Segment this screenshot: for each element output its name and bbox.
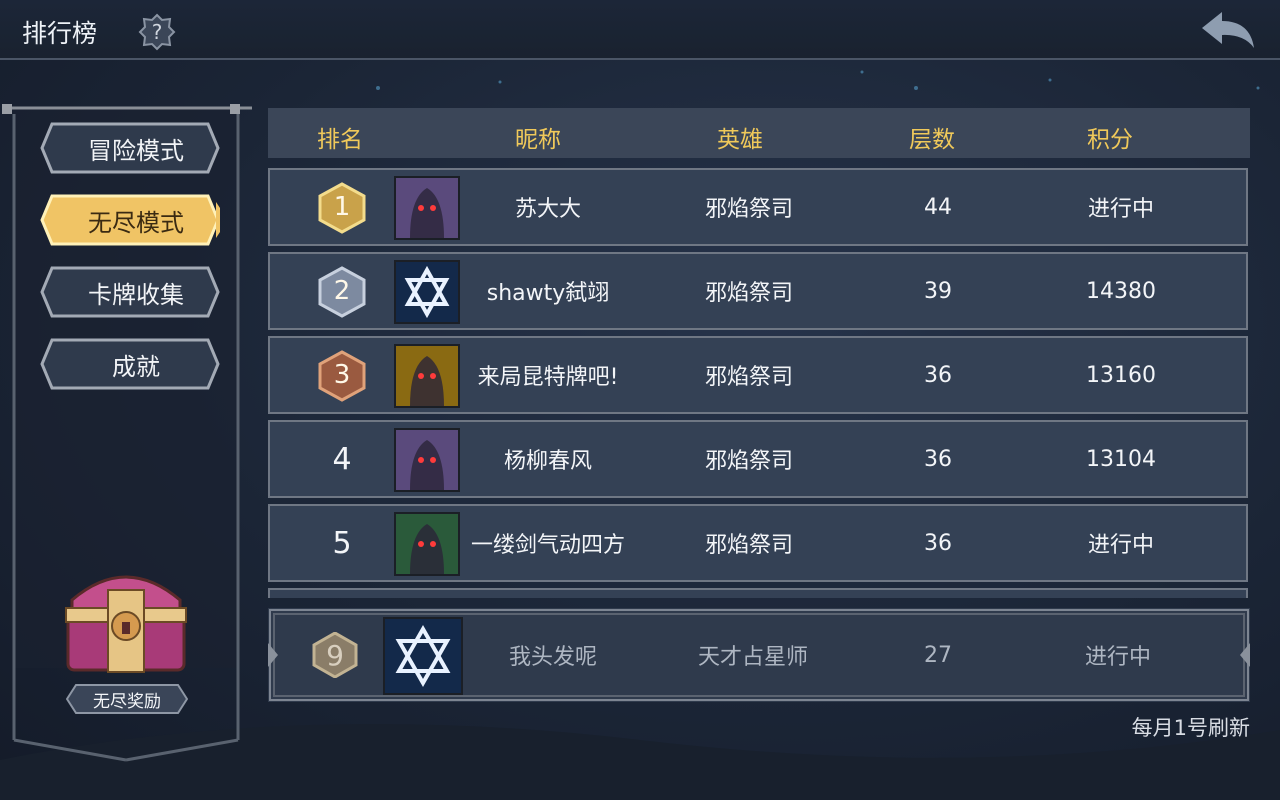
hero-portrait-icon xyxy=(396,514,458,574)
rank-number: 5 xyxy=(332,525,352,561)
my-avatar xyxy=(383,617,463,695)
rank-number: 4 xyxy=(332,441,352,477)
hexagram-avatar-icon xyxy=(396,262,458,322)
sidebar-item-label: 无尽模式 xyxy=(88,208,184,237)
my-rank-row: 9 我头发呢 天才占星师 27 进行中 xyxy=(268,608,1250,702)
table-row[interactable]: 4 杨柳春风 邪焰祭司 36 13104 xyxy=(268,420,1248,498)
floors-cell: 36 xyxy=(924,362,952,388)
refresh-note: 每月1号刷新 xyxy=(1131,716,1250,740)
table-row[interactable]: 5 一缕剑气动四方 邪焰祭司 36 进行中 xyxy=(268,504,1248,582)
sidebar-item-label: 冒险模式 xyxy=(88,136,184,165)
floors-cell: 39 xyxy=(924,278,952,304)
column-header-floors: 层数 xyxy=(909,127,955,153)
question-gear-icon[interactable]: ? xyxy=(138,13,176,51)
my-floors: 27 xyxy=(924,642,952,668)
table-row[interactable]: 1 苏大大 邪焰祭司 44 进行中 xyxy=(268,168,1248,246)
player-avatar xyxy=(394,176,460,240)
hero-cell: 邪焰祭司 xyxy=(704,365,793,390)
score-cell: 14380 xyxy=(1086,278,1156,304)
top-bar: 排行榜 ? xyxy=(0,0,1280,60)
hero-cell: 邪焰祭司 xyxy=(704,281,793,306)
hero-cell: 邪焰祭司 xyxy=(704,533,793,558)
player-avatar xyxy=(394,344,460,408)
floors-cell: 36 xyxy=(924,530,952,556)
sidebar-item-2[interactable]: 卡牌收集 xyxy=(40,266,220,318)
score-cell: 进行中 xyxy=(1087,197,1154,222)
floors-cell: 36 xyxy=(924,446,952,472)
leaderboard-list[interactable]: 1 苏大大 邪焰祭司 44 进行中 2 shawty弑翊 邪焰祭司 39 14380 3 来局昆特牌吧… xyxy=(266,166,1252,598)
treasure-chest-icon[interactable] xyxy=(56,560,196,680)
rank-number: 2 xyxy=(333,276,351,306)
column-header-rank: 排名 xyxy=(317,127,363,153)
table-row[interactable]: 2 shawty弑翊 邪焰祭司 39 14380 xyxy=(268,252,1248,330)
player-avatar xyxy=(394,512,460,576)
my-nickname: 我头发呢 xyxy=(508,645,597,670)
column-header-hero: 英雄 xyxy=(717,127,763,153)
sidebar-item-3[interactable]: 成就 xyxy=(40,338,220,390)
nickname-cell: shawty弑翊 xyxy=(486,281,610,306)
hero-cell: 邪焰祭司 xyxy=(704,197,793,222)
hero-portrait-icon xyxy=(396,346,458,406)
table-row-partial xyxy=(268,588,1248,598)
back-arrow-icon[interactable] xyxy=(1198,8,1258,52)
player-avatar xyxy=(394,428,460,492)
player-avatar xyxy=(394,260,460,324)
sidebar-item-0[interactable]: 冒险模式 xyxy=(40,122,220,174)
svg-text:?: ? xyxy=(152,20,163,44)
nickname-cell: 苏大大 xyxy=(514,197,581,222)
score-cell: 13104 xyxy=(1086,446,1156,472)
my-score: 进行中 xyxy=(1084,645,1151,670)
rank-number: 1 xyxy=(333,192,351,222)
sidebar-item-label: 卡牌收集 xyxy=(88,280,184,309)
table-row[interactable]: 3 来局昆特牌吧! 邪焰祭司 36 13160 xyxy=(268,336,1248,414)
column-header-score: 积分 xyxy=(1087,127,1133,153)
endless-reward-button[interactable]: 无尽奖励 xyxy=(66,684,188,714)
my-hero: 天才占星师 xyxy=(697,645,808,670)
nickname-cell: 来局昆特牌吧! xyxy=(477,365,619,390)
rank-number: 3 xyxy=(333,360,351,390)
hero-portrait-icon xyxy=(396,178,458,238)
hero-portrait-icon xyxy=(396,430,458,490)
sidebar-item-label: 成就 xyxy=(112,352,160,381)
page-title: 排行榜 xyxy=(22,19,98,48)
nickname-cell: 杨柳春风 xyxy=(503,449,592,474)
column-header-nickname: 昵称 xyxy=(515,127,561,153)
floors-cell: 44 xyxy=(924,194,952,220)
score-cell: 13160 xyxy=(1086,362,1156,388)
my-rank-number: 9 xyxy=(326,638,344,672)
score-cell: 进行中 xyxy=(1087,533,1154,558)
hexagram-avatar-icon xyxy=(385,619,461,693)
nickname-cell: 一缕剑气动四方 xyxy=(470,533,625,558)
endless-reward-label: 无尽奖励 xyxy=(93,691,161,712)
table-header: 排名 昵称 英雄 层数 积分 xyxy=(268,108,1250,158)
sidebar-item-1[interactable]: 无尽模式 xyxy=(40,194,220,246)
hero-cell: 邪焰祭司 xyxy=(704,449,793,474)
